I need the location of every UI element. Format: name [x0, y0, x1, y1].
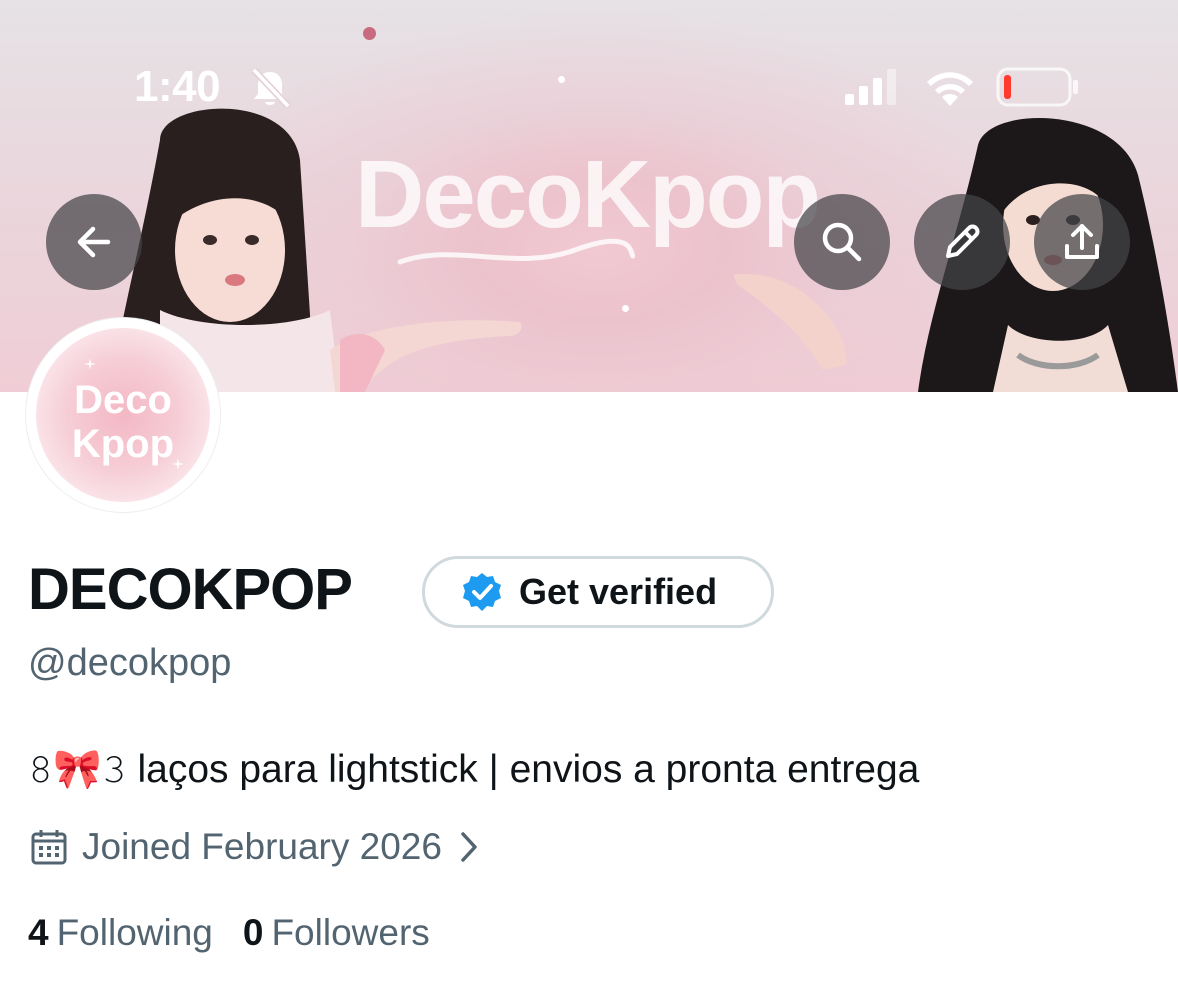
following-link[interactable]: 4 Following — [28, 912, 213, 954]
avatar-logo-line1: Deco — [74, 378, 172, 422]
get-verified-button[interactable]: Get verified — [422, 556, 774, 628]
sparkle-icon — [84, 358, 96, 370]
joined-date-text: Joined February 2026 — [82, 826, 442, 867]
edit-profile-button[interactable] — [914, 194, 1010, 290]
following-label: Following — [56, 912, 213, 953]
chevron-right-icon — [461, 832, 477, 862]
status-time: 1:40 — [134, 62, 221, 111]
banner-dot — [558, 76, 565, 83]
sparkle-icon — [172, 458, 184, 470]
search-icon — [822, 222, 862, 262]
banner-dot — [622, 305, 629, 312]
bell-slash-icon — [251, 67, 291, 109]
followers-label: Followers — [271, 912, 430, 953]
user-handle: @decokpop — [28, 642, 232, 684]
battery-low-icon — [996, 67, 1078, 107]
profile-bio: 𝟾🎀𝟹 laços para lightstick | envios a pro… — [28, 748, 920, 791]
profile-avatar[interactable]: Deco Kpop — [26, 318, 220, 512]
share-upload-icon — [1065, 224, 1099, 259]
pencil-icon — [946, 224, 980, 258]
back-button[interactable] — [46, 194, 142, 290]
followers-count: 0 — [242, 912, 264, 953]
display-name: DECOKPOP — [28, 557, 353, 622]
profile-banner[interactable]: DecoKpop 1:40 — [0, 0, 1178, 392]
share-button[interactable] — [1034, 194, 1130, 290]
verified-badge-icon — [463, 573, 501, 611]
search-button[interactable] — [794, 194, 890, 290]
follow-stats: 4 Following 0 Followers — [28, 912, 460, 954]
get-verified-label: Get verified — [519, 571, 718, 612]
banner-dot — [363, 27, 376, 40]
joined-date[interactable]: Joined February 2026 — [30, 826, 480, 868]
following-count: 4 — [28, 912, 49, 953]
wifi-icon — [927, 72, 973, 106]
followers-link[interactable]: 0 Followers — [243, 912, 430, 954]
arrow-left-icon — [77, 226, 111, 258]
avatar-image: Deco Kpop — [36, 328, 210, 502]
cellular-signal-icon — [845, 69, 896, 105]
calendar-icon — [31, 830, 67, 865]
